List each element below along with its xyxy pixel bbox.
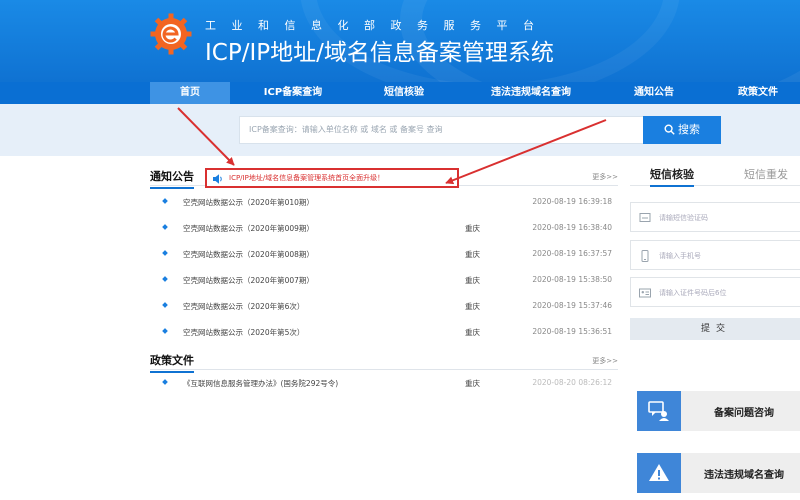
upgrade-announcement[interactable]: ICP/IP地址/域名信息备案管理系统首页全面升级！ xyxy=(205,168,459,188)
illegal-domain-query-label: 违法违规域名查询 xyxy=(704,470,784,481)
id-number-field[interactable]: 请输入证件号码后6位 xyxy=(630,277,800,307)
policy-row[interactable]: 《互联网信息服务管理办法》(国务院292号令) 重庆 2020-08-20 08… xyxy=(150,376,618,392)
tab-sms-verify[interactable]: 短信核验 xyxy=(650,166,694,187)
diamond-bullet-icon xyxy=(162,276,168,282)
diamond-bullet-icon xyxy=(162,250,168,256)
sms-code-placeholder: 请输短信验证码 xyxy=(659,214,708,222)
policy-row-date: 2020-08-20 08:26:12 xyxy=(532,378,612,387)
notice-row-city: 重庆 xyxy=(465,276,480,285)
notice-row-city: 重庆 xyxy=(465,224,480,233)
diamond-bullet-icon xyxy=(162,328,168,334)
nav-item-policy[interactable]: 政策文件 xyxy=(716,82,800,104)
platform-subtitle: 工业和信息化部政务服务平台 xyxy=(205,19,550,32)
search-button[interactable]: 搜索 xyxy=(643,116,721,144)
nav-item-notices[interactable]: 通知公告 xyxy=(612,82,696,104)
notice-row-date: 2020-08-19 16:38:40 xyxy=(532,223,612,232)
notice-row[interactable]: 空壳网站数据公示（2020年第010期） 2020-08-19 16:39:18 xyxy=(150,195,618,211)
phone-icon xyxy=(641,250,649,262)
nav-item-sms-verify[interactable]: 短信核验 xyxy=(356,82,452,104)
nav-item-home[interactable]: 首页 xyxy=(150,82,230,104)
id-number-placeholder: 请输入证件号码后6位 xyxy=(659,289,727,297)
nav-item-icp-query[interactable]: ICP备案查询 xyxy=(237,82,349,104)
illegal-domain-query-card[interactable]: 违法违规域名查询 xyxy=(637,453,800,493)
diamond-bullet-icon xyxy=(162,224,168,230)
notice-row-date: 2020-08-19 15:36:51 xyxy=(532,327,612,336)
policy-title: 政策文件 xyxy=(150,352,194,373)
notice-row-title[interactable]: 空壳网站数据公示（2020年第010期） xyxy=(183,197,314,208)
consult-chat-icon xyxy=(648,401,669,421)
policy-more-link[interactable]: 更多>> xyxy=(592,356,618,366)
notice-row-date: 2020-08-19 15:37:46 xyxy=(532,301,612,310)
phone-placeholder: 请输入手机号 xyxy=(659,252,701,260)
notice-row-title[interactable]: 空壳网站数据公示（2020年第008期） xyxy=(183,249,314,260)
notice-row-city: 重庆 xyxy=(465,302,480,311)
warning-icon xyxy=(649,464,669,481)
speaker-icon xyxy=(213,174,222,184)
notice-row-title[interactable]: 空壳网站数据公示（2020年第007期） xyxy=(183,275,314,286)
policy-row-city: 重庆 xyxy=(465,379,480,388)
notice-row-city: 重庆 xyxy=(465,250,480,259)
submit-button[interactable]: 提交 xyxy=(630,318,800,340)
notice-row-city: 重庆 xyxy=(465,328,480,337)
notice-row[interactable]: 空壳网站数据公示（2020年第6次） 重庆 2020-08-19 15:37:4… xyxy=(150,299,618,315)
notice-row-date: 2020-08-19 16:39:18 xyxy=(532,197,612,206)
system-title: ICP/IP地址/域名信息备案管理系统 xyxy=(205,40,554,66)
notice-row[interactable]: 空壳网站数据公示（2020年第009期） 重庆 2020-08-19 16:38… xyxy=(150,221,618,237)
main-nav: 首页 ICP备案查询 短信核验 违法违规域名查询 通知公告 政策文件 xyxy=(0,82,800,104)
notice-row-date: 2020-08-19 16:37:57 xyxy=(532,249,612,258)
nav-item-illegal-domain-query[interactable]: 违法违规域名查询 xyxy=(470,82,592,104)
card-icon-block xyxy=(637,453,681,493)
notices-more-link[interactable]: 更多>> xyxy=(592,172,618,182)
notice-row[interactable]: 空壳网站数据公示（2020年第008期） 重庆 2020-08-19 16:37… xyxy=(150,247,618,263)
filing-consult-label: 备案问题咨询 xyxy=(714,408,774,419)
notices-title: 通知公告 xyxy=(150,168,194,189)
notice-row-title[interactable]: 空壳网站数据公示（2020年第5次） xyxy=(183,327,304,338)
sms-code-field[interactable]: 请输短信验证码 xyxy=(630,202,800,232)
diamond-bullet-icon xyxy=(162,198,168,204)
notice-row[interactable]: 空壳网站数据公示（2020年第007期） 重庆 2020-08-19 15:38… xyxy=(150,273,618,289)
search-input[interactable]: ICP备案查询：请输入单位名称 或 域名 或 备案号 查询 xyxy=(239,116,643,144)
phone-field[interactable]: 请输入手机号 xyxy=(630,240,800,270)
policy-row-title[interactable]: 《互联网信息服务管理办法》(国务院292号令) xyxy=(183,378,338,389)
message-input-icon xyxy=(639,213,651,222)
id-card-icon xyxy=(639,288,651,298)
notice-row[interactable]: 空壳网站数据公示（2020年第5次） 重庆 2020-08-19 15:36:5… xyxy=(150,325,618,341)
notice-row-date: 2020-08-19 15:38:50 xyxy=(532,275,612,284)
announcement-text: ICP/IP地址/域名信息备案管理系统首页全面升级！ xyxy=(229,174,385,182)
diamond-bullet-icon xyxy=(162,302,168,308)
search-band: ICP备案查询：请输入单位名称 或 域名 或 备案号 查询 搜索 xyxy=(0,104,800,156)
notice-row-title[interactable]: 空壳网站数据公示（2020年第6次） xyxy=(183,301,304,312)
filing-consult-card[interactable]: 备案问题咨询 xyxy=(637,391,800,431)
notice-row-title[interactable]: 空壳网站数据公示（2020年第009期） xyxy=(183,223,314,234)
search-button-label: 搜索 xyxy=(678,123,700,136)
search-icon xyxy=(664,124,675,135)
policy-section-header: 政策文件 更多>> xyxy=(150,350,618,373)
site-header: 工业和信息化部政务服务平台 ICP/IP地址/域名信息备案管理系统 xyxy=(0,0,800,82)
diamond-bullet-icon xyxy=(162,379,168,385)
card-icon-block xyxy=(637,391,681,431)
sms-tabs: 短信核验 短信重发 xyxy=(630,164,800,187)
tab-sms-resend[interactable]: 短信重发 xyxy=(744,166,788,182)
gear-e-logo-icon[interactable] xyxy=(150,13,192,55)
